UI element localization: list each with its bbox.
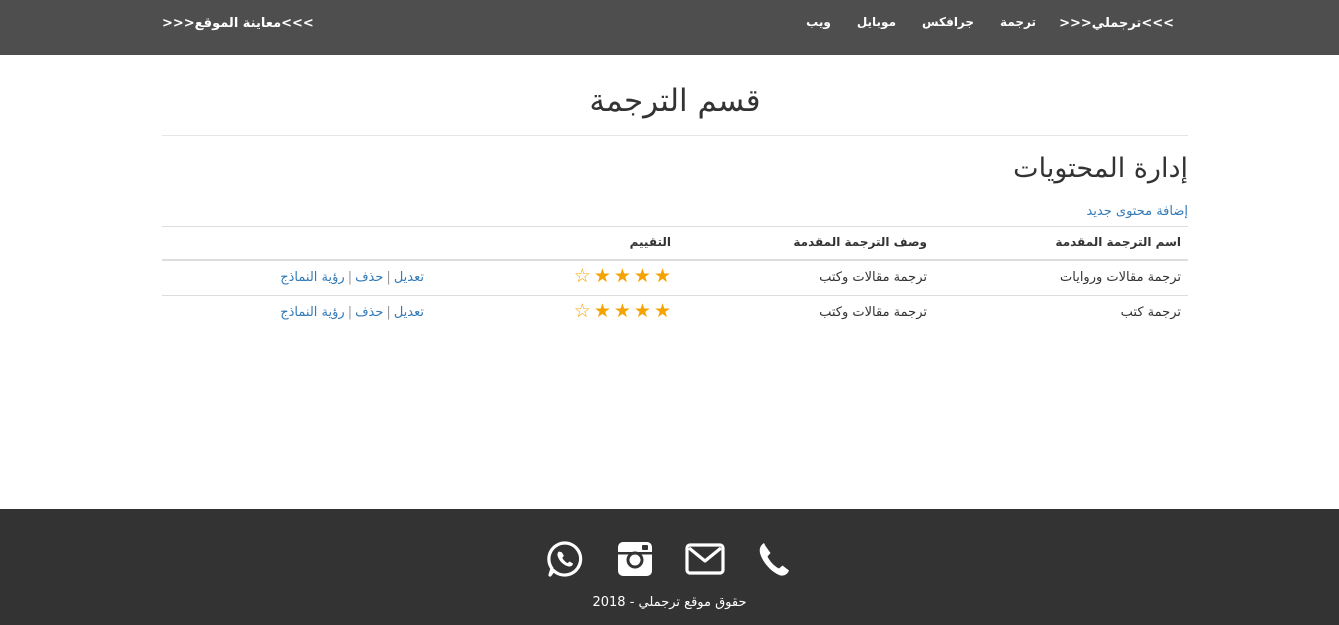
row-name: ترجمة كتب [934,295,1188,330]
title-divider [162,135,1188,136]
star-full-icon: ★ [653,300,671,322]
copyright-text: حقوق موقع ترجملي - 2018 [592,595,747,610]
header-actions [162,226,456,261]
separator: | [386,270,391,285]
add-content-link[interactable]: إضافة محتوى جديد [162,202,1188,222]
edit-link[interactable]: تعديل [394,305,424,320]
row-actions: تعديل|حذف|رؤية النماذج [162,295,456,330]
envelope-icon[interactable] [670,539,740,583]
whatsapp-icon[interactable] [530,539,600,583]
instagram-icon[interactable] [600,539,670,583]
star-full-icon: ★ [633,300,651,322]
star-full-icon: ★ [613,300,631,322]
star-empty-icon: ☆ [573,265,591,287]
content-table: اسم الترجمة المقدمة وصف الترجمة المقدمة … [162,226,1188,330]
star-rating: ☆ ★ ★ ★ ★ [573,300,671,322]
header-rating: التقييم [456,226,678,261]
view-samples-link[interactable]: رؤية النماذج [280,270,344,285]
star-rating: ☆ ★ ★ ★ ★ [573,265,671,287]
main-container: قسم الترجمة إدارة المحتويات إضافة محتوى … [162,55,1188,330]
delete-link[interactable]: حذف [355,270,383,285]
separator: | [347,270,353,285]
separator: | [347,305,353,320]
edit-link[interactable]: تعديل [394,270,424,285]
separator: | [386,305,391,320]
header-description: وصف الترجمة المقدمة [678,226,934,261]
star-full-icon: ★ [633,265,651,287]
nav-link-graphics[interactable]: جرافكس [922,14,974,30]
row-actions: تعديل|حذف|رؤية النماذج [162,259,456,296]
nav-links: ترجمة جرافكس موبايل ويب [780,14,1036,30]
nav-link-translation[interactable]: ترجمة [1000,14,1036,30]
row-rating: ☆ ★ ★ ★ ★ [456,295,678,330]
header-name: اسم الترجمة المقدمة [934,226,1188,261]
navbar-inner: >>>ترجملي<<< ترجمة جرافكس موبايل ويب >>>… [162,0,1188,55]
brand-link[interactable]: >>>ترجملي<<< [1059,16,1174,31]
star-full-icon: ★ [653,265,671,287]
star-empty-icon: ☆ [573,300,591,322]
star-full-icon: ★ [593,265,611,287]
table-header-row: اسم الترجمة المقدمة وصف الترجمة المقدمة … [162,226,1188,261]
row-rating: ☆ ★ ★ ★ ★ [456,259,678,296]
delete-link[interactable]: حذف [355,305,383,320]
view-samples-link[interactable]: رؤية النماذج [280,305,344,320]
row-description: ترجمة مقالات وكتب [678,295,934,330]
footer-icons [0,539,1339,583]
page-title: قسم الترجمة [589,83,761,119]
star-full-icon: ★ [593,300,611,322]
table-row: ترجمة كتب ترجمة مقالات وكتب ☆ ★ ★ ★ ★ تعديل|… [162,295,1188,330]
nav-link-mobile[interactable]: موبايل [857,14,896,30]
row-description: ترجمة مقالات وكتب [678,259,934,296]
footer: حقوق موقع ترجملي - 2018 [0,509,1339,625]
table-row: ترجمة مقالات وروايات ترجمة مقالات وكتب ☆… [162,259,1188,296]
top-navbar: >>>ترجملي<<< ترجمة جرافكس موبايل ويب >>>… [0,0,1339,55]
section-title: إدارة المحتويات [1013,153,1188,184]
row-name: ترجمة مقالات وروايات [934,259,1188,296]
star-full-icon: ★ [613,265,631,287]
site-preview-link[interactable]: >>>معاينة الموقع<<< [162,16,314,31]
nav-link-web[interactable]: ويب [806,14,831,30]
phone-icon[interactable] [740,539,810,583]
